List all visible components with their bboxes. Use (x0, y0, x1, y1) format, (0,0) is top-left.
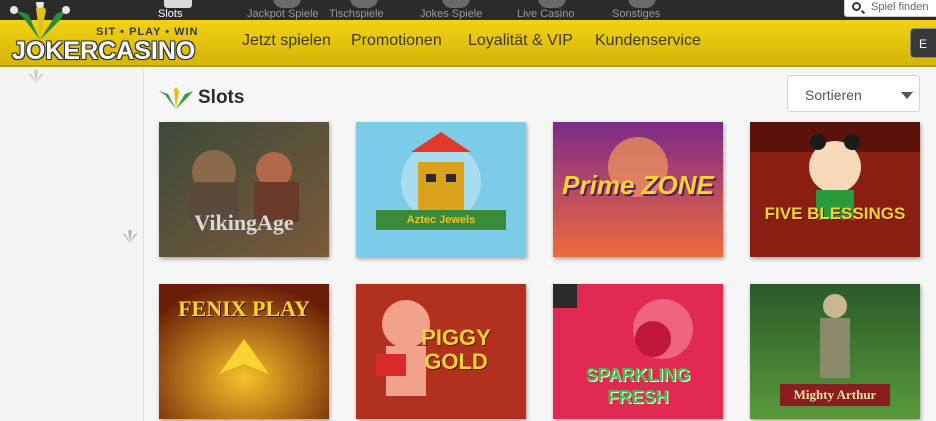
game-tile-viking-age[interactable]: VikingAge (159, 122, 329, 257)
jester-decoration-icon (24, 69, 48, 83)
jackpot-icon (273, 0, 301, 8)
game-art (356, 122, 526, 257)
category-table-games[interactable]: Tischspiele (329, 0, 399, 20)
search-icon[interactable] (852, 2, 861, 11)
game-tile-five-blessings[interactable]: FIVE BLESSINGS (750, 122, 920, 257)
game-title: Aztec Jewels (406, 214, 476, 226)
sidebar (0, 69, 144, 421)
search-box (844, 0, 936, 17)
nav-promotions[interactable]: Promotionen (351, 32, 442, 50)
category-live-casino[interactable]: Live Casino (517, 0, 587, 20)
game-title: PIGGY GOLD (421, 325, 491, 374)
jester-hat-icon (159, 87, 193, 109)
chevron-down-icon (901, 92, 913, 99)
joker-games-icon (442, 0, 470, 8)
nav-customer-service[interactable]: Kundenservice (595, 32, 701, 50)
main-content: Slots Sortieren VikingAge Aztec Jewels P… (145, 69, 936, 421)
category-misc[interactable]: Sonstiges (612, 0, 672, 20)
logo-name: JOKERCASINO (12, 37, 196, 65)
game-art (750, 122, 920, 257)
game-title: Mighty Arthur (793, 387, 877, 402)
page-title: Slots (198, 87, 245, 108)
jester-hat-icon (10, 2, 70, 40)
game-tile-piggy-gold[interactable]: PIGGY GOLD (356, 284, 526, 419)
game-tile-sparkling-fresh[interactable]: SPARKLING FRESH (553, 284, 723, 419)
game-title: Prime ZONE (562, 170, 714, 200)
category-label: Jackpot Spiele (247, 8, 319, 20)
category-jackpot[interactable]: Jackpot Spiele (247, 0, 327, 20)
game-tile-fenix-play[interactable]: FENIX PLAY (159, 284, 329, 419)
category-label: Live Casino (517, 8, 575, 20)
game-title: FENIX PLAY (178, 296, 310, 321)
category-joker-games[interactable]: Jokes Spiele (420, 0, 492, 20)
game-title: FIVE BLESSINGS (764, 204, 906, 223)
game-tile-mighty-arthur[interactable]: Mighty Arthur (750, 284, 920, 419)
misc-icon (628, 0, 656, 8)
game-title: VikingAge (194, 210, 294, 235)
login-button[interactable]: E (910, 28, 936, 58)
nav-play-now[interactable]: Jetzt spielen (242, 32, 331, 50)
game-art (159, 122, 329, 257)
sort-select[interactable]: Sortieren (787, 75, 920, 112)
search-input[interactable] (871, 0, 936, 14)
category-label: Sonstiges (612, 8, 661, 20)
category-label: Tischspiele (329, 8, 384, 20)
nav-loyalty-vip[interactable]: Loyalität & VIP (468, 32, 573, 50)
jester-decoration-icon (118, 229, 142, 243)
category-label: Jokes Spiele (420, 8, 483, 20)
sort-select-value: Sortieren (805, 87, 862, 103)
table-games-icon (350, 0, 378, 8)
main-navbar: SIT • PLAY • WIN JOKERCASINO Jetzt spiel… (0, 2, 936, 67)
live-casino-icon (538, 0, 566, 8)
game-tile-aztec-jewels[interactable]: Aztec Jewels (356, 122, 526, 257)
game-tile-prime-zone[interactable]: Prime ZONE (553, 122, 723, 257)
game-title: SPARKLING FRESH (585, 365, 691, 407)
